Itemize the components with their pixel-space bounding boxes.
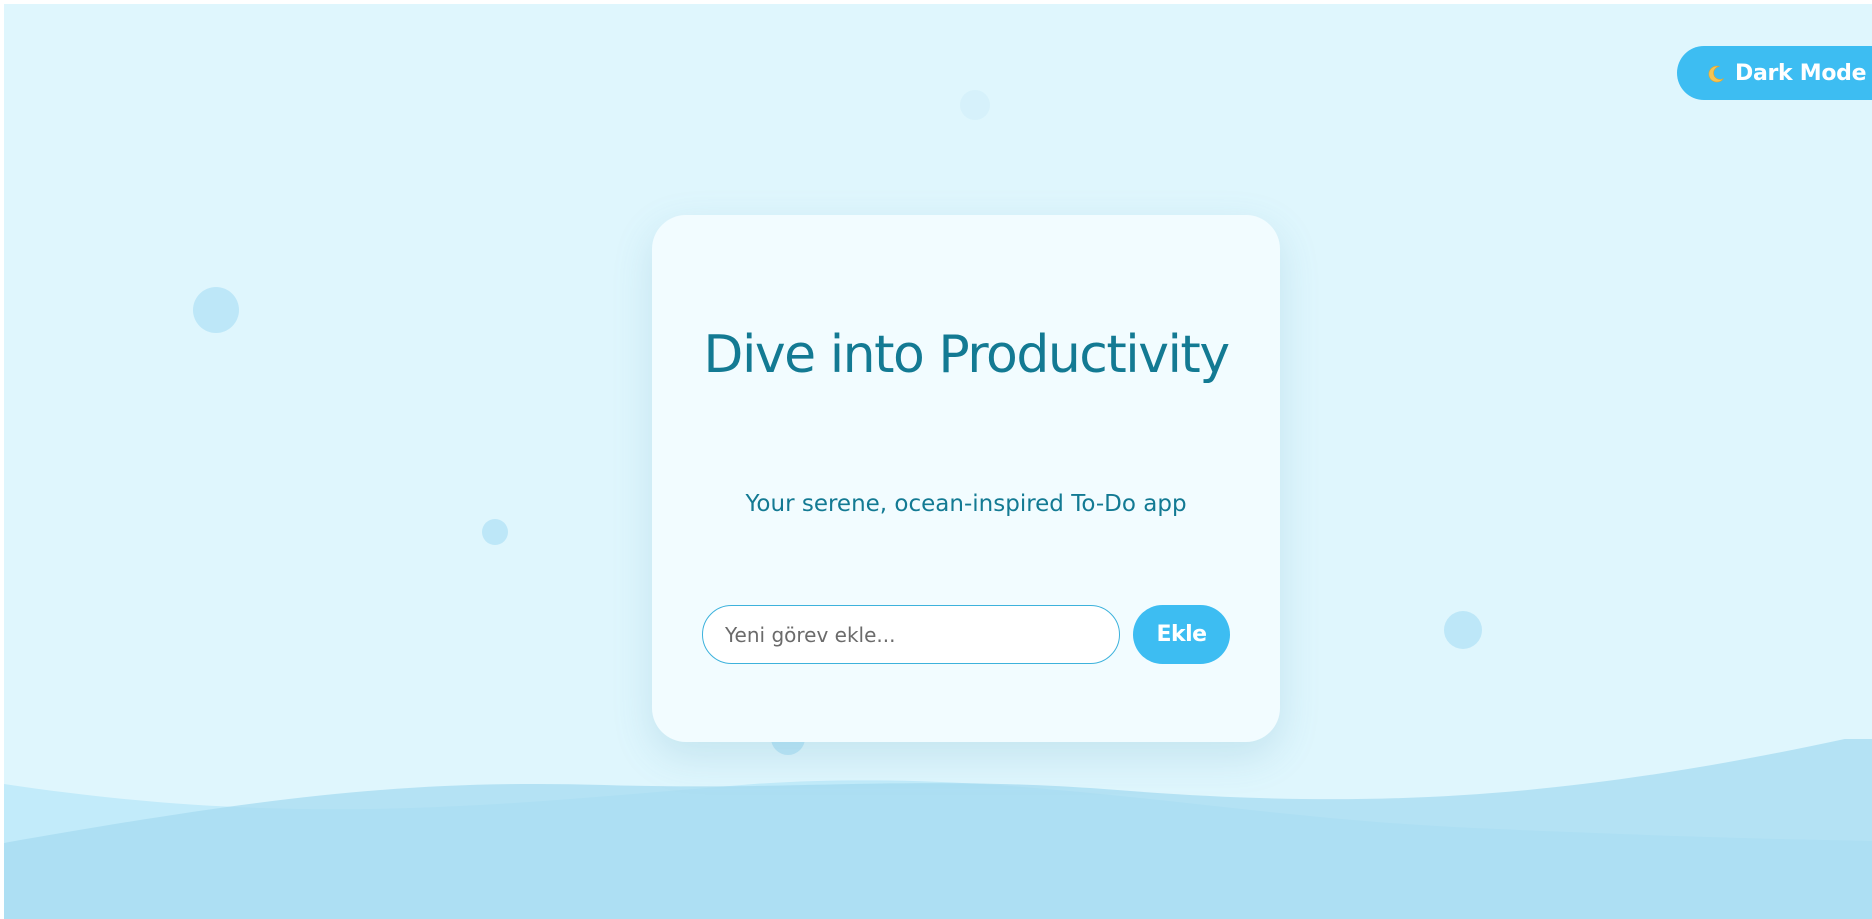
bubble — [193, 287, 239, 333]
ocean-waves — [4, 739, 1872, 919]
add-task-button[interactable]: Ekle — [1133, 605, 1230, 664]
wave-front — [4, 739, 1872, 919]
bubble — [1444, 611, 1482, 649]
bubble — [960, 90, 990, 120]
page-subtitle: Your serene, ocean-inspired To-Do app — [745, 491, 1187, 517]
new-task-input[interactable] — [702, 605, 1120, 664]
todo-card: Dive into Productivity Your serene, ocea… — [652, 215, 1280, 742]
page-title: Dive into Productivity — [703, 325, 1230, 385]
app-viewport: Dive into Productivity Your serene, ocea… — [4, 4, 1872, 919]
dark-mode-toggle[interactable]: Dark Mode — [1677, 46, 1872, 100]
bubble — [482, 519, 508, 545]
crescent-moon-icon — [1707, 64, 1725, 83]
dark-mode-label: Dark Mode — [1735, 60, 1867, 86]
